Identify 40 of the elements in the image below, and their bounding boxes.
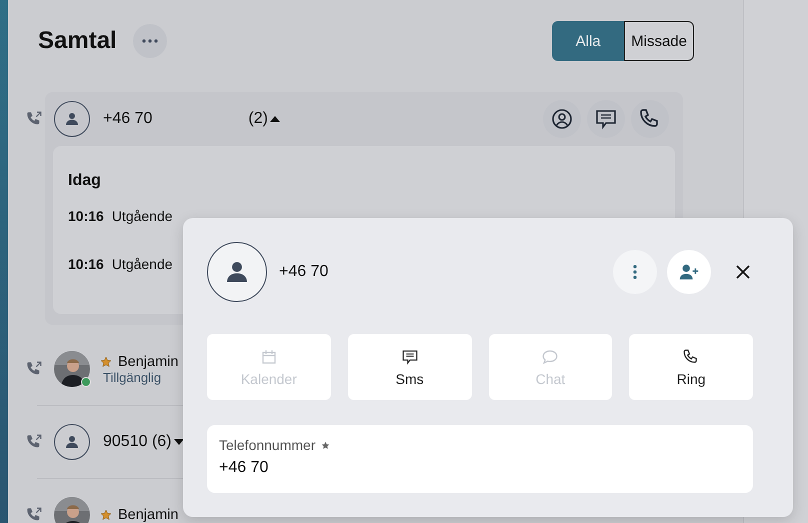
page-title: Samtal	[38, 27, 117, 55]
call-type: Utgående	[112, 208, 173, 226]
caller-number: +46 70	[103, 110, 152, 128]
more-button[interactable]	[132, 24, 167, 58]
sms-button[interactable]	[587, 100, 625, 138]
day-heading: Idag	[68, 172, 102, 190]
action-button[interactable]: Sms	[348, 334, 472, 400]
more-vertical-icon	[633, 265, 637, 279]
chat-bubble-icon	[541, 348, 560, 366]
phone-number-input[interactable]: +46 70	[219, 459, 741, 477]
call-count: (2)	[248, 110, 268, 128]
more-icon	[142, 39, 158, 43]
avatar-icon	[54, 424, 90, 460]
phone-number-field[interactable]: Telefonnummer +46 70	[207, 425, 753, 493]
filter-tab[interactable]: Missade	[624, 21, 694, 61]
outgoing-call-icon	[25, 506, 43, 523]
contact-name: Benjamin	[118, 354, 178, 370]
call-time: 10:16	[68, 208, 104, 226]
call-type: Utgående	[112, 256, 173, 274]
contact-name: Benjamin	[118, 507, 178, 523]
filter-tab[interactable]: Alla	[552, 21, 624, 61]
contact-button[interactable]	[543, 100, 581, 138]
caret-up-icon[interactable]	[270, 116, 280, 122]
star-icon	[100, 356, 112, 368]
calendar-icon	[260, 348, 278, 366]
phone-number: +46 70	[279, 263, 328, 281]
call-button[interactable]	[631, 100, 669, 138]
avatar-icon	[54, 101, 90, 137]
sms-icon	[594, 107, 618, 131]
add-contact-button[interactable]	[667, 250, 711, 294]
user-circle-icon	[550, 107, 574, 131]
caller-number: 90510 (6)	[103, 433, 172, 451]
sms-icon	[400, 348, 419, 366]
field-label: Telefonnummer	[219, 437, 316, 453]
presence-status: Tillgänglig	[103, 370, 162, 384]
call-time: 10:16	[68, 256, 104, 274]
caret-down-icon[interactable]	[174, 439, 184, 445]
action-button[interactable]: Ring	[629, 334, 753, 400]
star-icon	[100, 509, 112, 521]
close-icon	[736, 265, 750, 279]
